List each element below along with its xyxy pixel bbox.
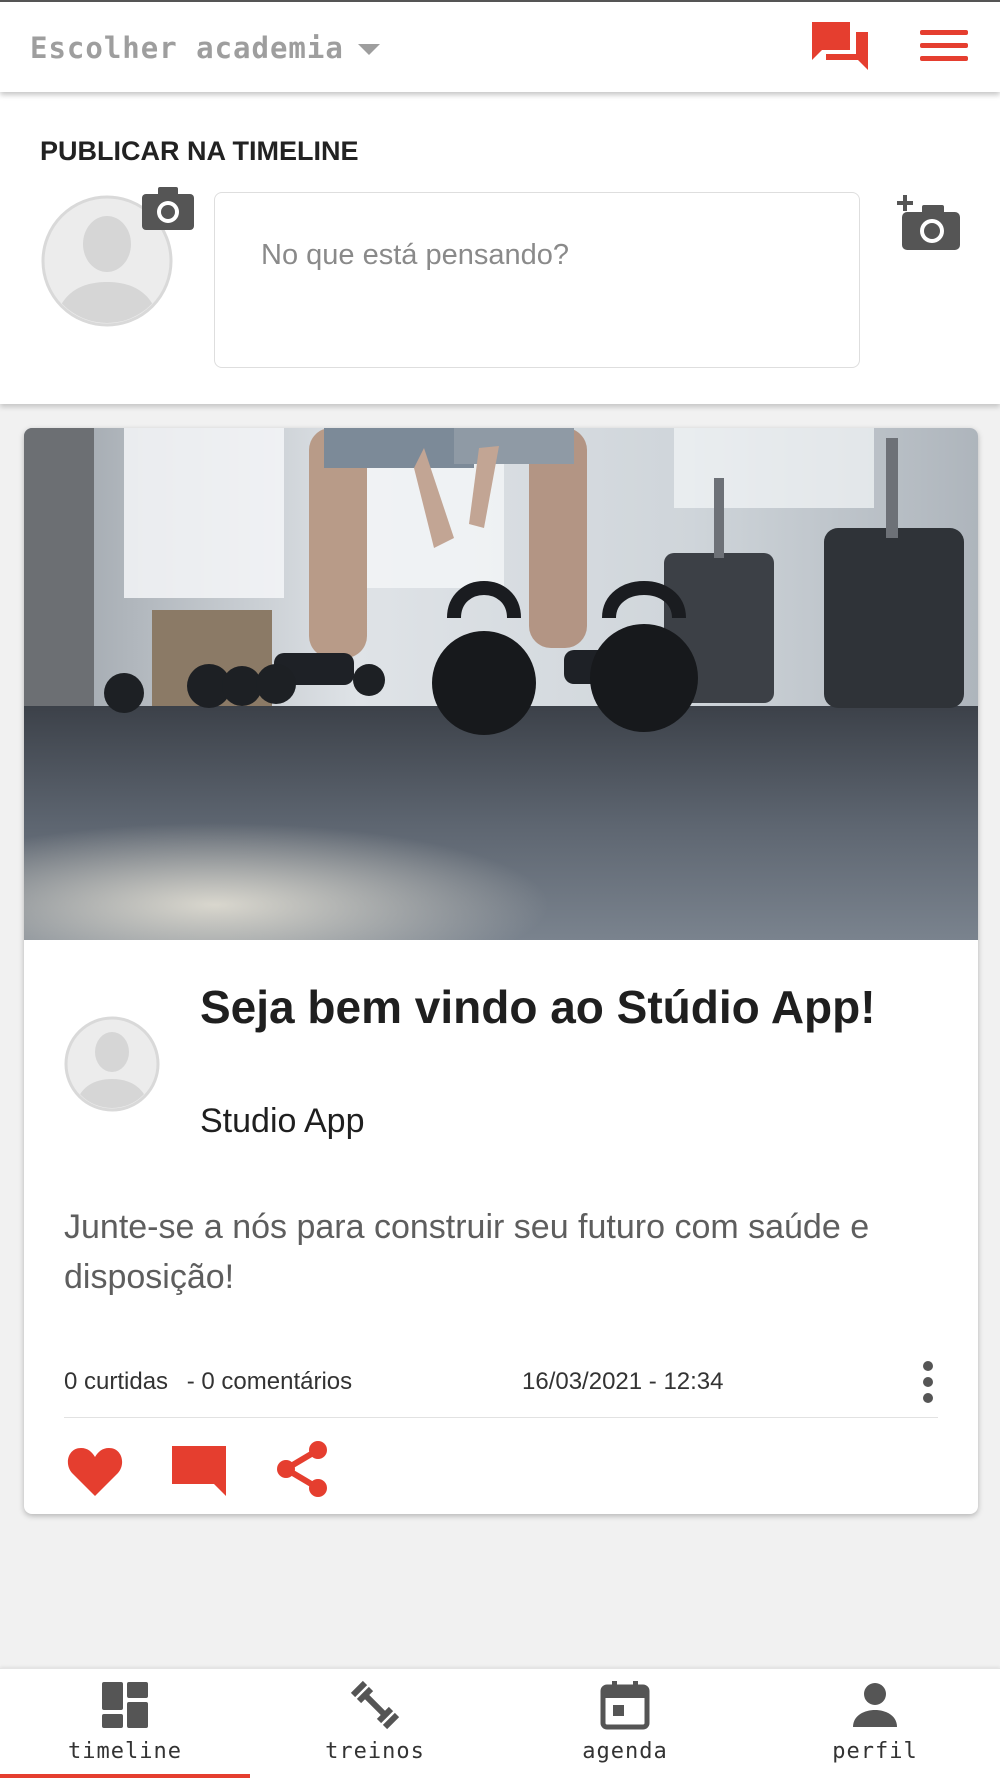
comment-icon[interactable]	[170, 1442, 228, 1498]
nav-label: agenda	[582, 1739, 668, 1764]
app-header: Escolher academia	[0, 0, 1000, 92]
composer-title: PUBLICAR NA TIMELINE	[40, 136, 359, 166]
chevron-down-icon	[357, 43, 380, 55]
nav-agenda[interactable]: agenda	[500, 1669, 750, 1778]
dashboard-icon	[102, 1682, 148, 1728]
forum-icon[interactable]	[810, 20, 870, 72]
timeline-composer: PUBLICAR NA TIMELINE	[0, 92, 1000, 404]
share-icon[interactable]	[274, 1440, 330, 1498]
hamburger-menu-icon[interactable]	[918, 26, 970, 66]
bottom-navigation: timeline treinos agenda perfil	[0, 1668, 1000, 1778]
post-date: 16/03/2021 - 12:34	[522, 1368, 724, 1395]
camera-icon[interactable]	[140, 184, 196, 232]
gym-select-label: Escolher academia	[30, 31, 344, 65]
post-image	[24, 428, 978, 940]
post-input[interactable]	[214, 192, 860, 368]
post-card: Seja bem vindo ao Stúdio App! Studio App…	[24, 428, 978, 1514]
dumbbell-icon	[350, 1680, 400, 1730]
person-icon	[853, 1683, 897, 1727]
active-indicator	[0, 1774, 250, 1778]
gym-select-dropdown[interactable]: Escolher academia	[30, 28, 380, 68]
nav-perfil[interactable]: perfil	[750, 1669, 1000, 1778]
post-stats: 0 curtidas - 0 comentários	[64, 1368, 352, 1396]
add-photo-icon[interactable]	[896, 194, 962, 252]
more-vert-icon[interactable]	[916, 1358, 940, 1406]
nav-label: timeline	[68, 1739, 182, 1764]
post-text: Junte-se a nós para construir seu futuro…	[64, 1208, 870, 1296]
nav-treinos[interactable]: treinos	[250, 1669, 500, 1778]
nav-label: perfil	[832, 1739, 918, 1764]
nav-timeline[interactable]: timeline	[0, 1669, 250, 1778]
post-title: Seja bem vindo ao Stúdio App!	[200, 981, 876, 1033]
post-author: Studio App	[200, 1102, 365, 1140]
heart-icon[interactable]	[66, 1444, 124, 1498]
nav-label: treinos	[325, 1739, 425, 1764]
calendar-icon	[600, 1681, 650, 1730]
likes-count[interactable]: 0 curtidas	[64, 1368, 168, 1396]
divider	[64, 1417, 938, 1418]
post-author-avatar[interactable]	[64, 1016, 160, 1112]
comments-count[interactable]: - 0 comentários	[187, 1368, 352, 1396]
